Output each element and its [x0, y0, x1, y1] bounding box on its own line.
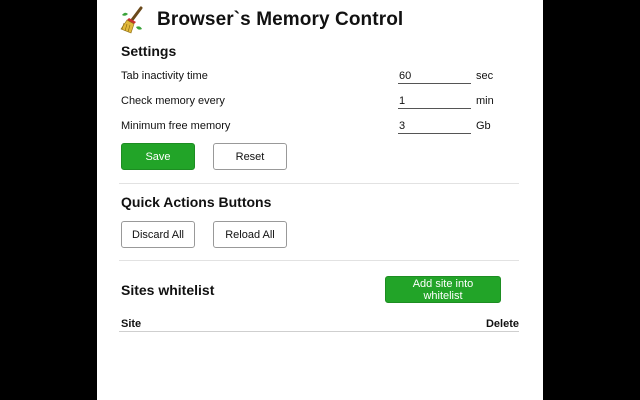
table-header-rule [119, 331, 519, 332]
min-memory-label: Minimum free memory [121, 120, 231, 132]
options-panel: Browser`s Memory Control Settings Tab in… [97, 0, 543, 400]
broom-icon [120, 6, 143, 34]
inactivity-label: Tab inactivity time [121, 70, 208, 82]
app-header: Browser`s Memory Control [119, 4, 403, 36]
divider [119, 260, 519, 261]
reload-all-button[interactable]: Reload All [213, 221, 287, 248]
save-button[interactable]: Save [121, 143, 195, 170]
setting-row-check-interval: Check memory every min [121, 93, 501, 111]
settings-heading: Settings [121, 43, 177, 59]
divider [119, 183, 519, 184]
min-memory-input[interactable] [398, 118, 471, 134]
whitelist-heading: Sites whitelist [121, 282, 215, 298]
column-header-site: Site [121, 318, 142, 330]
check-interval-input[interactable] [398, 93, 471, 109]
setting-row-min-memory: Minimum free memory Gb [121, 118, 501, 136]
discard-all-button[interactable]: Discard All [121, 221, 195, 248]
setting-row-inactivity: Tab inactivity time sec [121, 68, 501, 86]
add-to-whitelist-button[interactable]: Add site into whitelist [385, 276, 501, 303]
check-interval-label: Check memory every [121, 95, 225, 107]
quick-actions-heading: Quick Actions Buttons [121, 194, 272, 210]
reset-button[interactable]: Reset [213, 143, 287, 170]
inactivity-unit: sec [476, 70, 494, 82]
check-interval-unit: min [476, 95, 494, 107]
app-title: Browser`s Memory Control [157, 9, 404, 30]
min-memory-unit: Gb [476, 120, 491, 132]
column-header-delete: Delete [485, 318, 519, 330]
inactivity-input[interactable] [398, 68, 471, 84]
